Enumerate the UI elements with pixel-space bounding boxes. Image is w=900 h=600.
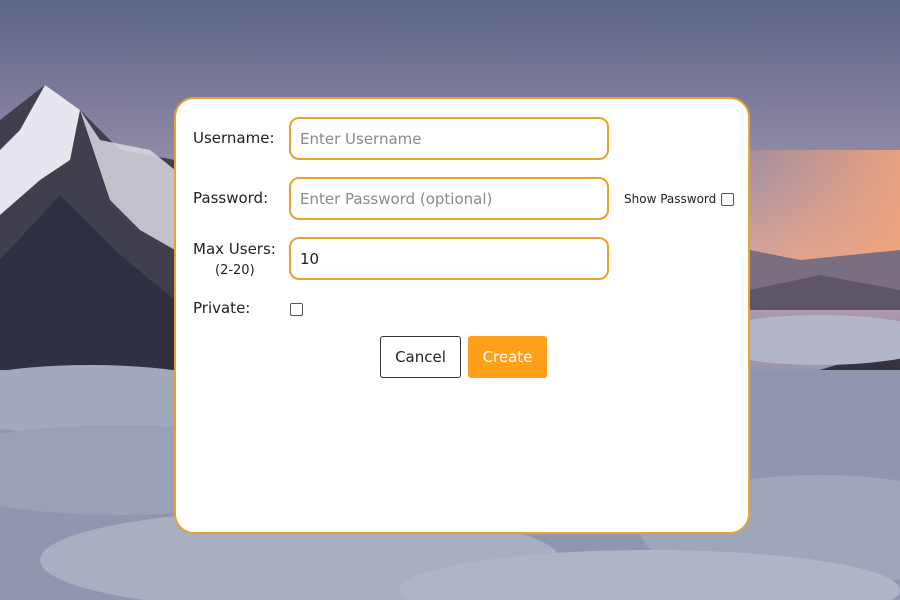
show-password-label: Show Password <box>624 192 717 206</box>
max-users-input[interactable] <box>289 237 609 280</box>
private-checkbox[interactable] <box>290 303 303 316</box>
create-room-dialog: Username: Password: Show Password Max Us… <box>174 97 750 534</box>
private-label: Private: <box>193 299 251 317</box>
max-users-label: Max Users: <box>193 240 276 258</box>
password-input[interactable] <box>289 177 609 220</box>
cancel-button[interactable]: Cancel <box>380 336 461 378</box>
username-label: Username: <box>193 129 275 147</box>
create-button[interactable]: Create <box>468 336 547 378</box>
show-password-checkbox[interactable] <box>721 193 734 206</box>
max-users-range: (2-20) <box>215 263 255 278</box>
username-input[interactable] <box>289 117 609 160</box>
password-label: Password: <box>193 189 269 207</box>
